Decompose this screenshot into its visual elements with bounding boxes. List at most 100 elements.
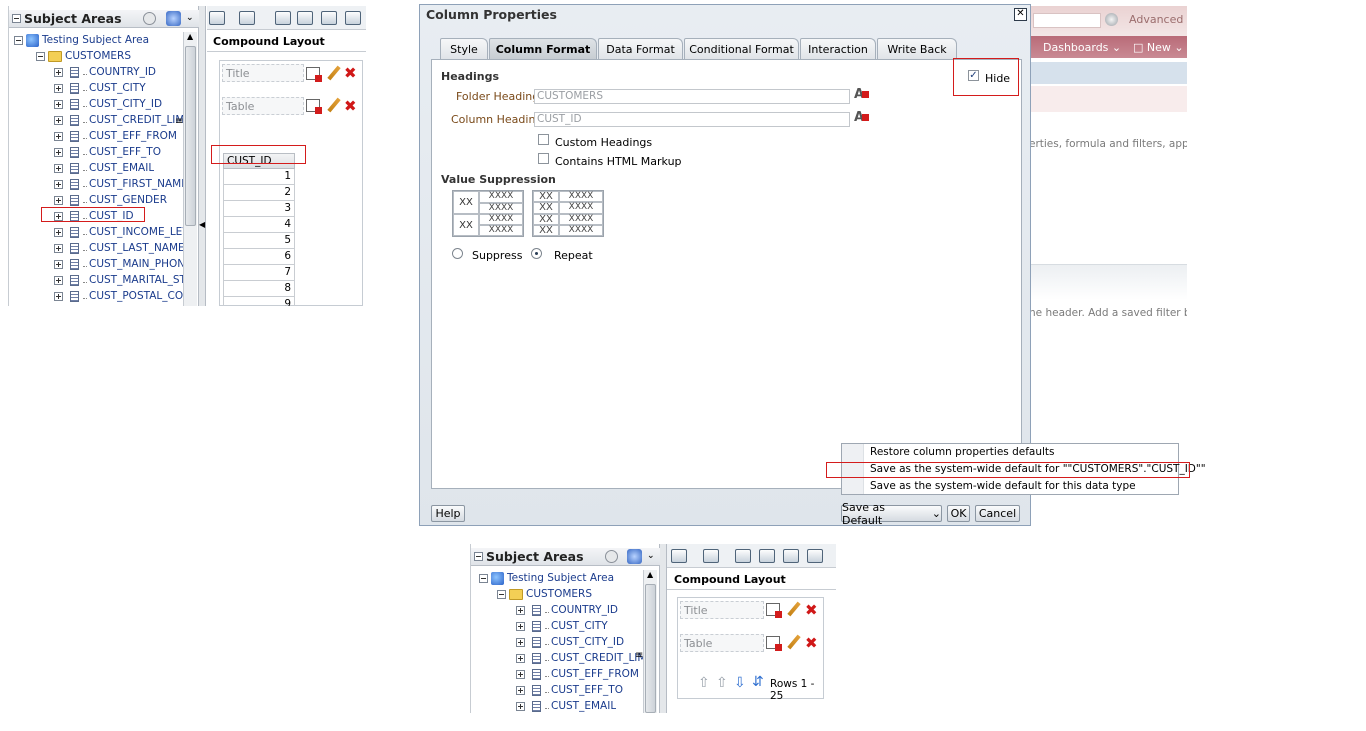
delete-icon[interactable]: ✖ bbox=[805, 603, 818, 618]
delete-icon[interactable]: ✖ bbox=[344, 99, 357, 114]
first-page-icon[interactable]: ⇧ bbox=[698, 675, 710, 691]
tree-column-item[interactable]: CUST_MARITAL_ST bbox=[54, 272, 186, 288]
title-view[interactable]: Title bbox=[222, 64, 304, 82]
repeat-radio[interactable] bbox=[531, 248, 542, 259]
folder-heading-field[interactable]: CUSTOMERS bbox=[534, 89, 850, 104]
custom-headings-checkbox[interactable] bbox=[538, 134, 549, 145]
preview-icon[interactable] bbox=[297, 11, 313, 25]
save-as-default-button[interactable]: Save as Default ⌄ bbox=[841, 501, 942, 527]
new-menu[interactable]: □ New ⌄ bbox=[1133, 41, 1184, 54]
edit-view-icon[interactable] bbox=[766, 636, 782, 651]
tree-column-item[interactable]: CUST_EFF_TO bbox=[516, 682, 623, 698]
expand-icon[interactable] bbox=[516, 621, 525, 631]
copy-icon[interactable] bbox=[321, 11, 337, 25]
table-view[interactable]: Table bbox=[680, 634, 764, 652]
tree-column-item[interactable]: CUST_CITY_ID bbox=[54, 96, 162, 112]
table-view[interactable]: Table bbox=[222, 97, 304, 115]
splitter[interactable]: ◀ bbox=[199, 6, 206, 306]
tree-scrollbar[interactable]: ▲ ≡ bbox=[635, 570, 657, 713]
tree-column-item[interactable]: CUST_EFF_FROM bbox=[516, 666, 639, 682]
help-button[interactable]: Help bbox=[431, 505, 465, 522]
pencil-icon[interactable] bbox=[787, 601, 801, 617]
search-field[interactable] bbox=[1033, 13, 1101, 28]
tree-root[interactable]: Testing Subject Area bbox=[479, 570, 614, 586]
dashboards-menu[interactable]: Dashboards ⌄ bbox=[1043, 41, 1121, 54]
tree-column-item[interactable]: CUST_EMAIL bbox=[516, 698, 616, 713]
expand-icon[interactable] bbox=[54, 131, 63, 141]
print-icon[interactable] bbox=[671, 549, 687, 563]
preview-icon[interactable] bbox=[759, 549, 775, 563]
delete-icon[interactable]: ✖ bbox=[344, 66, 357, 81]
menu-item-save-datatype-default[interactable]: Save as the system-wide default for this… bbox=[842, 478, 1178, 495]
tab-column-format[interactable]: Column Format bbox=[489, 38, 597, 59]
expand-icon[interactable] bbox=[54, 163, 63, 173]
expand-icon[interactable] bbox=[516, 653, 525, 663]
scroll-up-icon[interactable]: ▲ bbox=[647, 570, 653, 579]
collapse-arrow-icon[interactable]: ◀ bbox=[199, 220, 205, 229]
tree-column-item[interactable]: CUST_MAIN_PHONI bbox=[54, 256, 188, 272]
collapse-icon[interactable] bbox=[14, 35, 23, 45]
tree-folder[interactable]: CUSTOMERS bbox=[497, 586, 592, 602]
tree-column-item[interactable]: CUST_CITY bbox=[516, 618, 608, 634]
collapse-icon[interactable] bbox=[36, 51, 45, 61]
tree-column-item[interactable]: CUST_CREDIT_LIMI bbox=[54, 112, 188, 128]
tree-column-item[interactable]: CUST_CITY bbox=[54, 80, 146, 96]
schedule-icon[interactable] bbox=[275, 11, 291, 25]
tree-column-item[interactable]: CUST_CREDIT_LIMI bbox=[516, 650, 650, 666]
expand-icon[interactable] bbox=[54, 179, 63, 189]
ok-button[interactable]: OK bbox=[947, 505, 970, 522]
expand-icon[interactable] bbox=[54, 195, 63, 205]
search-go-icon[interactable] bbox=[1105, 13, 1118, 26]
tree-column-item[interactable]: COUNTRY_ID bbox=[54, 64, 156, 80]
expand-icon[interactable] bbox=[54, 275, 63, 285]
title-view[interactable]: Title bbox=[680, 601, 764, 619]
heading-format-icon[interactable]: A bbox=[854, 87, 870, 102]
tab-write-back[interactable]: Write Back bbox=[877, 38, 957, 59]
column-heading-field[interactable]: CUST_ID bbox=[534, 112, 850, 127]
scroll-up-icon[interactable]: ▲ bbox=[187, 32, 193, 41]
tree-column-item[interactable]: CUST_FIRST_NAME bbox=[54, 176, 188, 192]
expand-icon[interactable] bbox=[54, 83, 63, 93]
cancel-button[interactable]: Cancel bbox=[975, 505, 1020, 522]
print-icon[interactable] bbox=[209, 11, 225, 25]
copy-icon[interactable] bbox=[783, 549, 799, 563]
pencil-icon[interactable] bbox=[327, 65, 341, 81]
refresh-icon[interactable] bbox=[166, 11, 181, 26]
tree-column-item[interactable]: COUNTRY_ID bbox=[516, 602, 618, 618]
expand-icon[interactable] bbox=[516, 685, 525, 695]
dialog-close-button[interactable]: ✕ bbox=[1014, 8, 1027, 21]
tree-scrollbar[interactable]: ▲ ≡ bbox=[175, 32, 197, 306]
expand-icon[interactable] bbox=[54, 243, 63, 253]
expand-icon[interactable] bbox=[54, 147, 63, 157]
next-page-icon[interactable]: ⇩ bbox=[734, 675, 746, 691]
settings-icon[interactable] bbox=[605, 550, 618, 563]
tab-style[interactable]: Style bbox=[440, 38, 488, 59]
export-icon[interactable] bbox=[703, 549, 719, 563]
scroll-thumb[interactable] bbox=[645, 584, 656, 713]
collapse-icon[interactable] bbox=[479, 573, 488, 583]
delete-icon[interactable]: ✖ bbox=[805, 636, 818, 651]
tree-root[interactable]: Testing Subject Area bbox=[14, 32, 149, 48]
edit-view-icon[interactable] bbox=[766, 603, 782, 618]
tree-column-item[interactable]: CUST_GENDER bbox=[54, 192, 167, 208]
refresh-icon[interactable] bbox=[807, 549, 823, 563]
tab-data-format[interactable]: Data Format bbox=[598, 38, 683, 59]
tree-folder[interactable]: CUSTOMERS bbox=[36, 48, 131, 64]
expand-icon[interactable] bbox=[54, 115, 63, 125]
edit-view-icon[interactable] bbox=[306, 99, 322, 114]
suppress-radio[interactable] bbox=[452, 248, 463, 259]
collapse-icon[interactable] bbox=[497, 589, 506, 599]
chevron-down-icon[interactable]: ⌄ bbox=[647, 551, 655, 561]
expand-icon[interactable] bbox=[54, 291, 63, 301]
settings-icon[interactable] bbox=[143, 12, 156, 25]
schedule-icon[interactable] bbox=[735, 549, 751, 563]
expand-icon[interactable] bbox=[516, 637, 525, 647]
refresh-icon[interactable] bbox=[345, 11, 361, 25]
tree-column-item[interactable]: CUST_INCOME_LEV bbox=[54, 224, 190, 240]
tab-interaction[interactable]: Interaction bbox=[800, 38, 876, 59]
tree-column-item[interactable]: CUST_POSTAL_COI bbox=[54, 288, 186, 304]
heading-format-icon[interactable]: A bbox=[854, 110, 870, 125]
tree-column-item[interactable]: CUST_EFF_TO bbox=[54, 144, 161, 160]
chevron-down-icon[interactable]: ⌄ bbox=[186, 13, 194, 23]
refresh-icon[interactable] bbox=[627, 549, 642, 564]
